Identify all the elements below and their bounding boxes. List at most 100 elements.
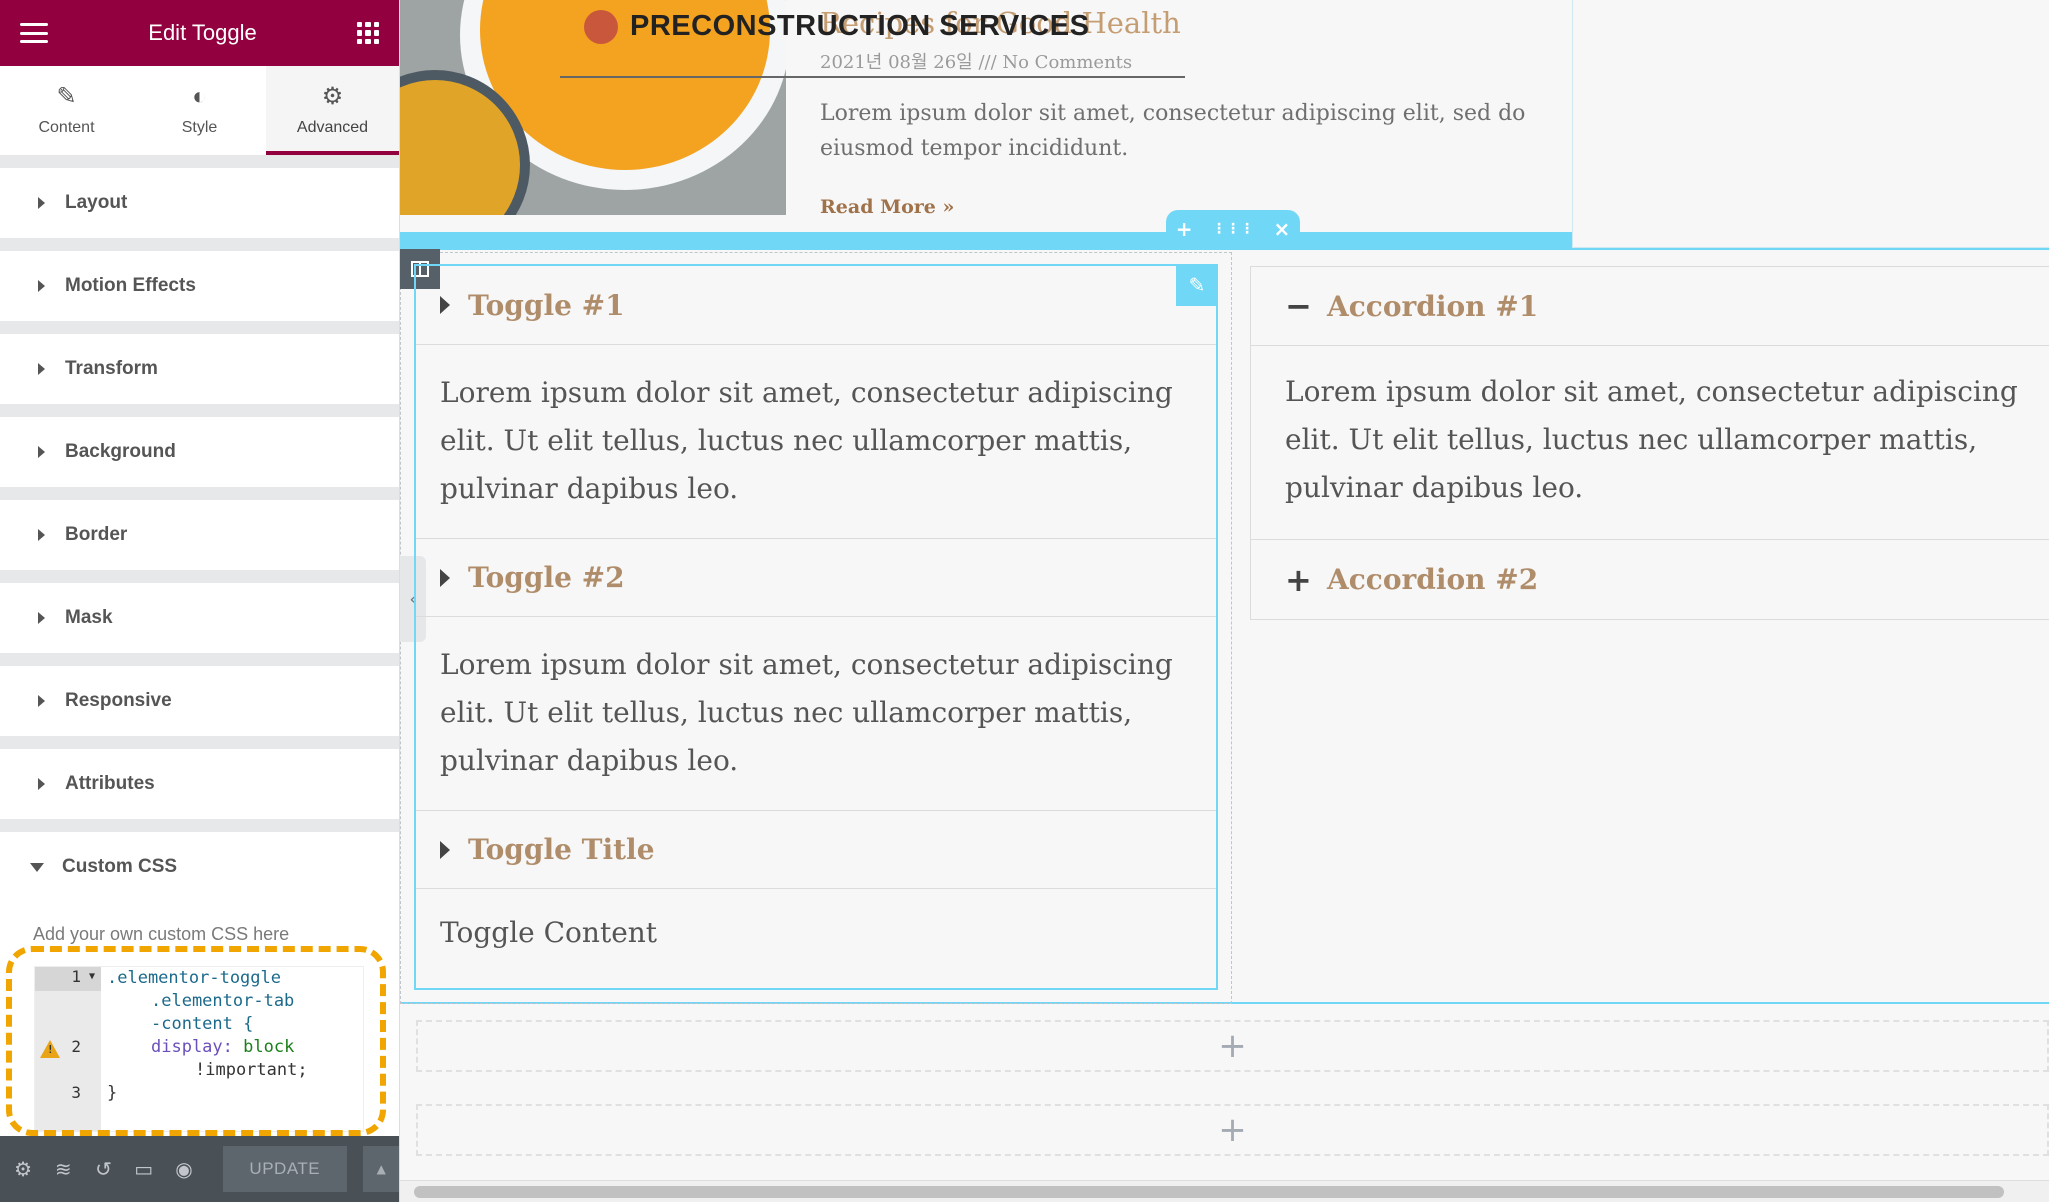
code-line: } [107, 1083, 118, 1103]
preview-icon[interactable]: ◉ [171, 1155, 197, 1183]
section-custom-css[interactable]: Custom CSS [0, 832, 399, 902]
toggle-content: Lorem ipsum dolor sit amet, consectetur … [416, 344, 1216, 538]
css-value: block [243, 1037, 295, 1057]
gear-icon: ⚙ [321, 82, 344, 110]
section-transform[interactable]: Transform [0, 334, 399, 404]
toggle-title-text: Toggle Title [468, 833, 655, 866]
history-icon[interactable]: ↺ [90, 1155, 116, 1183]
accordion-content: Lorem ipsum dolor sit amet, consectetur … [1251, 345, 2049, 539]
add-section-icon[interactable]: + [1176, 217, 1193, 241]
settings-icon[interactable]: ⚙ [10, 1155, 36, 1183]
caret-right-icon [440, 840, 450, 859]
section-layout[interactable]: Layout [0, 168, 399, 238]
section-attributes[interactable]: Attributes [0, 749, 399, 819]
section-label: Custom CSS [62, 856, 178, 877]
caret-right-icon [440, 568, 450, 587]
section-label: Transform [65, 358, 158, 379]
code-line: -content { [151, 1014, 254, 1034]
site-logo-icon[interactable] [584, 10, 618, 44]
panel-footer: ⚙ ≋ ↺ ▭ ◉ UPDATE ▲ [0, 1136, 399, 1202]
caret-right-icon [38, 197, 45, 209]
toggle-content: Lorem ipsum dolor sit amet, consectetur … [416, 616, 1216, 810]
caret-right-icon [38, 446, 45, 458]
section-label: Border [65, 524, 128, 545]
site-name[interactable]: PRECONSTRUCTION SERVICES [630, 10, 1089, 43]
caret-right-icon [440, 296, 450, 314]
tab-label: Advanced [296, 118, 369, 136]
tab-style[interactable]: ◐ Style [133, 66, 266, 155]
toggle-title[interactable]: Toggle #1 [416, 266, 1216, 344]
section-background[interactable]: Background [0, 417, 399, 487]
scrollbar-thumb[interactable] [414, 1186, 2004, 1198]
panel-title: Edit Toggle [148, 20, 257, 45]
code-line: !important; [195, 1060, 308, 1080]
preview-canvas: Recipes for Good Health PRECONSTRUCTION … [400, 0, 2049, 1202]
toggle-title[interactable]: Toggle Title [416, 810, 1216, 888]
caret-right-icon [38, 529, 45, 541]
section-mask[interactable]: Mask [0, 583, 399, 653]
horizontal-scrollbar[interactable] [400, 1180, 2049, 1202]
accordion-title-text: Accordion #2 [1327, 563, 1539, 596]
read-more-link[interactable]: Read More » [820, 196, 954, 218]
update-options-chevron-icon[interactable]: ▲ [362, 1146, 399, 1192]
accordion-title[interactable]: − Accordion #1 [1251, 267, 2049, 345]
accordion-title[interactable]: + Accordion #2 [1251, 539, 2049, 619]
line-number: 3 [71, 1083, 81, 1102]
tab-advanced[interactable]: ⚙ Advanced [266, 66, 399, 155]
delete-section-icon[interactable]: × [1273, 217, 1290, 241]
code-line: .elementor-tab [151, 991, 295, 1011]
caret-right-icon [38, 695, 45, 707]
plus-icon: + [1285, 560, 1312, 599]
layers-icon[interactable]: ≋ [50, 1155, 76, 1183]
section-label: Mask [65, 607, 113, 628]
caret-right-icon [38, 280, 45, 292]
add-section-area[interactable]: + [416, 1020, 2049, 1072]
widgets-grid-icon[interactable] [356, 22, 379, 44]
fold-arrow-icon[interactable]: ▼ [89, 971, 95, 982]
section-border[interactable]: Border [0, 500, 399, 570]
section-label: Background [65, 441, 176, 462]
toggle-widget[interactable]: Toggle #1 Lorem ipsum dolor sit amet, co… [414, 264, 1218, 990]
column-frame [1572, 0, 2049, 248]
css-property: display: [151, 1037, 233, 1057]
responsive-icon[interactable]: ▭ [131, 1155, 157, 1183]
hamburger-menu-icon[interactable] [20, 23, 48, 43]
toggle-title-text: Toggle #1 [468, 288, 625, 322]
custom-css-area: Add your own custom CSS here 1 ▼ ! 2 3 .el… [0, 902, 399, 1162]
section-label: Responsive [65, 690, 172, 711]
line-number: 1 [71, 967, 81, 986]
caret-right-icon [38, 363, 45, 375]
add-icon: + [1218, 1026, 1247, 1066]
tab-label: Style [181, 118, 218, 136]
contrast-icon: ◐ [192, 82, 207, 110]
css-code-editor[interactable]: 1 ▼ ! 2 3 .elementor-toggle .elementor-tab… [34, 966, 364, 1132]
section-label: Motion Effects [65, 275, 196, 296]
accordion-title-text: Accordion #1 [1327, 289, 1539, 323]
add-section-area[interactable]: + [416, 1104, 2049, 1156]
edit-widget-pencil-icon[interactable]: ✎ [1176, 264, 1218, 306]
section-responsive[interactable]: Responsive [0, 666, 399, 736]
update-button[interactable]: UPDATE [223, 1146, 347, 1192]
accordion-widget[interactable]: − Accordion #1 Lorem ipsum dolor sit amet… [1250, 266, 2049, 620]
toggle-title[interactable]: Toggle #2 [416, 538, 1216, 616]
code-line: .elementor-toggle [107, 968, 281, 988]
drag-handle-icon[interactable]: ⋮⋮⋮ [1212, 221, 1254, 237]
post-excerpt: Lorem ipsum dolor sit amet, consectetur … [820, 101, 1526, 161]
section-motion-effects[interactable]: Motion Effects [0, 251, 399, 321]
toggle-content: Toggle Content [416, 888, 1216, 988]
panel-tabs: ✎ Content ◐ Style ⚙ Advanced [0, 66, 399, 156]
section-top-bar [400, 232, 1572, 248]
gutter-line: ! 2 [35, 1037, 101, 1061]
custom-css-hint: Add your own custom CSS here [33, 924, 290, 944]
caret-right-icon [38, 612, 45, 624]
editor-gutter: 1 ▼ ! 2 3 [35, 967, 101, 1131]
section-handle: + ⋮⋮⋮ × [1166, 210, 1300, 248]
editor-panel: Edit Toggle ✎ Content ◐ Style ⚙ Advanced… [0, 0, 400, 1202]
line-number: 2 [71, 1037, 81, 1056]
tab-content[interactable]: ✎ Content [0, 66, 133, 155]
gutter-line: 1 ▼ [35, 967, 101, 991]
caret-down-icon [30, 862, 44, 872]
header-divider [560, 76, 1185, 78]
post-meta: 2021년 08월 26일 /// No Comments [820, 52, 1133, 73]
panel-header: Edit Toggle [0, 0, 399, 66]
